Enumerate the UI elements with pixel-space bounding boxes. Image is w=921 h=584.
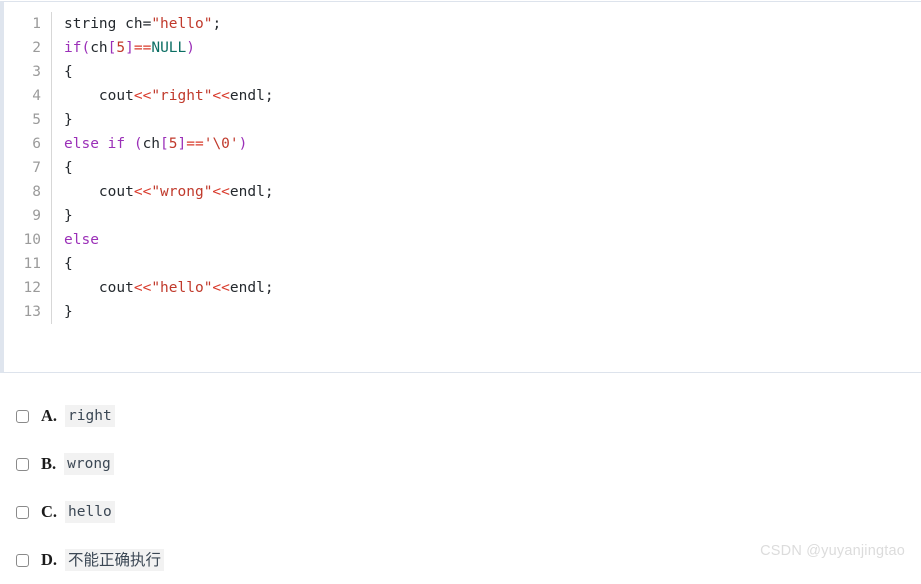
code-line: {: [64, 60, 921, 84]
code-token-kw: else if: [64, 136, 126, 152]
code-token-plain: {: [64, 256, 73, 272]
code-token-plain: ch: [116, 16, 143, 32]
code-token-plain: cout: [64, 280, 134, 296]
code-token-op: ==: [186, 136, 204, 152]
code-token-punc: [: [160, 136, 169, 152]
code-token-num: 5: [116, 40, 126, 56]
line-number: 8: [32, 184, 41, 200]
code-block-inner: 1 2 3 4 5 6 7 8 9 10 11 12 13 string ch="hello"; if(c…: [4, 2, 921, 324]
code-token-punc: (: [133, 136, 143, 152]
line-number: 9: [32, 208, 41, 224]
code-line: else: [64, 228, 921, 252]
code-token-op: <<: [212, 280, 230, 296]
code-token-op: <<: [133, 184, 152, 200]
code-token-plain: string: [64, 16, 117, 32]
option-row-b[interactable]: B. wrong: [0, 440, 921, 488]
code-token-plain: cout: [64, 184, 134, 200]
option-row-a[interactable]: A. right: [0, 392, 921, 440]
line-number: 2: [32, 40, 41, 56]
option-letter: B.: [41, 454, 57, 473]
option-text: 不能正确执行: [65, 549, 165, 571]
code-token-plain: ;: [264, 88, 274, 104]
code-token-punc: ): [186, 40, 195, 56]
line-number: 5: [32, 112, 41, 128]
option-text: hello: [65, 501, 115, 523]
code-token-plain: }: [64, 112, 73, 128]
option-text: wrong: [64, 453, 114, 475]
code-token-str: '\0': [203, 136, 239, 152]
code-line: {: [64, 252, 921, 276]
line-number: 6: [32, 136, 41, 152]
line-number: 11: [23, 256, 41, 272]
code-token-punc: (: [81, 40, 91, 56]
code-token-plain: endl: [229, 184, 265, 200]
code-token-plain: ch: [142, 136, 161, 152]
code-block: 1 2 3 4 5 6 7 8 9 10 11 12 13 string ch="hello"; if(c…: [0, 1, 921, 373]
code-token-str: "hello": [151, 280, 213, 296]
code-line: }: [64, 108, 921, 132]
code-token-str: "hello": [151, 16, 213, 32]
option-letter: C.: [41, 502, 58, 521]
code-token-kw: if: [64, 40, 82, 56]
code-token-plain: ;: [264, 184, 274, 200]
code-line: }: [64, 204, 921, 228]
line-number: 7: [32, 160, 41, 176]
option-text: right: [65, 405, 115, 427]
code-token-str: "right": [151, 88, 213, 104]
checkbox-b[interactable]: [16, 457, 29, 471]
code-token-plain: ;: [264, 280, 274, 296]
code-token-plain: endl: [229, 88, 265, 104]
code-token-plain: {: [64, 160, 73, 176]
code-token-punc: ]: [125, 40, 134, 56]
code-line: else if (ch[5]=='\0'): [64, 132, 921, 156]
option-letter: D.: [41, 550, 58, 569]
checkbox-d[interactable]: [16, 553, 29, 567]
code-token-plain: }: [64, 304, 73, 320]
code-token-op: <<: [133, 280, 152, 296]
code-token-plain: ch: [90, 40, 108, 56]
line-number: 10: [23, 232, 41, 248]
code-token-kw: else: [64, 232, 99, 248]
code-line: {: [64, 156, 921, 180]
code-line: cout<<"right"<<endl;: [64, 84, 921, 108]
code-token-plain: cout: [64, 88, 134, 104]
code-token-plain: }: [64, 208, 73, 224]
code-content: string ch="hello"; if(ch[5]==NULL){ cout<…: [52, 12, 921, 324]
checkbox-c[interactable]: [16, 505, 29, 519]
line-number: 13: [23, 304, 41, 320]
line-number: 4: [32, 88, 41, 104]
code-token-op: ==: [133, 40, 152, 56]
option-letter: A.: [41, 406, 58, 425]
code-line: cout<<"wrong"<<endl;: [64, 180, 921, 204]
code-line: }: [64, 300, 921, 324]
code-token-plain: {: [64, 64, 73, 80]
line-number-gutter: 1 2 3 4 5 6 7 8 9 10 11 12 13: [4, 12, 52, 324]
line-number: 12: [23, 280, 41, 296]
code-token-punc: ): [238, 136, 248, 152]
code-token-const: NULL: [151, 40, 187, 56]
code-token-plain: endl: [229, 280, 265, 296]
code-token-op: <<: [133, 88, 152, 104]
code-token-punc: ]: [177, 136, 187, 152]
watermark: CSDN @yuyanjingtao: [760, 543, 905, 559]
code-line: if(ch[5]==NULL): [64, 36, 921, 60]
checkbox-a[interactable]: [16, 409, 29, 423]
code-token-plain: ;: [212, 16, 222, 32]
code-token-op: <<: [212, 88, 230, 104]
code-line: string ch="hello";: [64, 12, 921, 36]
code-token-num: 5: [168, 136, 178, 152]
code-line: cout<<"hello"<<endl;: [64, 276, 921, 300]
line-number: 3: [32, 64, 41, 80]
code-token-op: <<: [212, 184, 230, 200]
line-number: 1: [32, 16, 41, 32]
option-row-c[interactable]: C. hello: [0, 488, 921, 536]
code-token-str: "wrong": [151, 184, 213, 200]
